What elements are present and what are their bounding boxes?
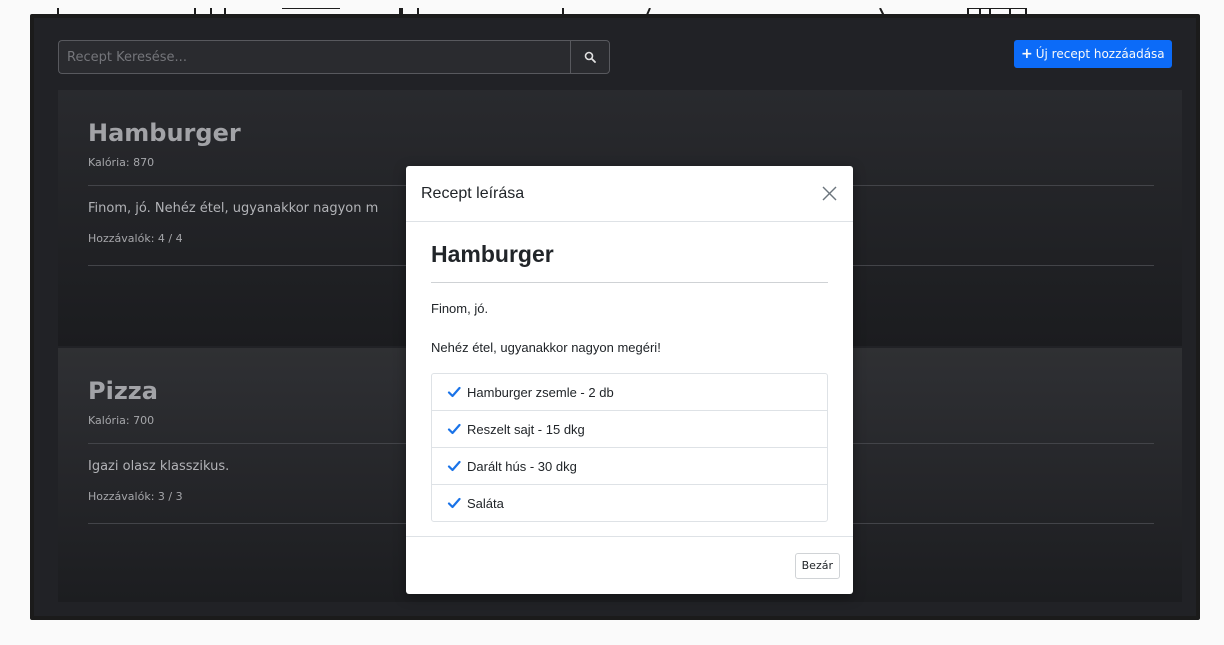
check-icon xyxy=(447,386,461,398)
modal-header: Recept leírása xyxy=(406,166,853,222)
recipe-modal: Recept leírása Hamburger Finom, jó. Nehé… xyxy=(406,166,853,594)
close-icon xyxy=(822,186,836,201)
modal-title: Recept leírása xyxy=(421,184,525,202)
ingredient-label: Reszelt sajt - 15 dkg xyxy=(467,421,585,437)
ingredient-item: Saláta xyxy=(432,484,827,521)
close-button[interactable] xyxy=(819,184,839,204)
modal-body: Hamburger Finom, jó. Nehéz étel, ugyanak… xyxy=(406,222,853,522)
ingredient-label: Darált hús - 30 dkg xyxy=(467,458,577,474)
close-modal-button[interactable]: Bezár xyxy=(794,552,840,579)
recipe-description: Finom, jó. xyxy=(431,301,489,316)
ingredient-item: Darált hús - 30 dkg xyxy=(432,447,827,484)
recipe-description: Nehéz étel, ugyanakkor nagyon megéri! xyxy=(431,340,661,355)
recipe-title: Hamburger xyxy=(431,241,554,267)
ingredient-label: Saláta xyxy=(467,495,504,511)
check-icon xyxy=(447,423,461,435)
ingredient-item: Hamburger zsemle - 2 db xyxy=(432,374,827,410)
ingredient-label: Hamburger zsemle - 2 db xyxy=(467,384,614,400)
modal-footer: Bezár xyxy=(406,536,853,594)
check-icon xyxy=(447,497,461,509)
divider xyxy=(431,282,828,283)
ingredient-item: Reszelt sajt - 15 dkg xyxy=(432,410,827,447)
ingredient-list: Hamburger zsemle - 2 db Reszelt sajt - 1… xyxy=(431,373,828,522)
check-icon xyxy=(447,460,461,472)
